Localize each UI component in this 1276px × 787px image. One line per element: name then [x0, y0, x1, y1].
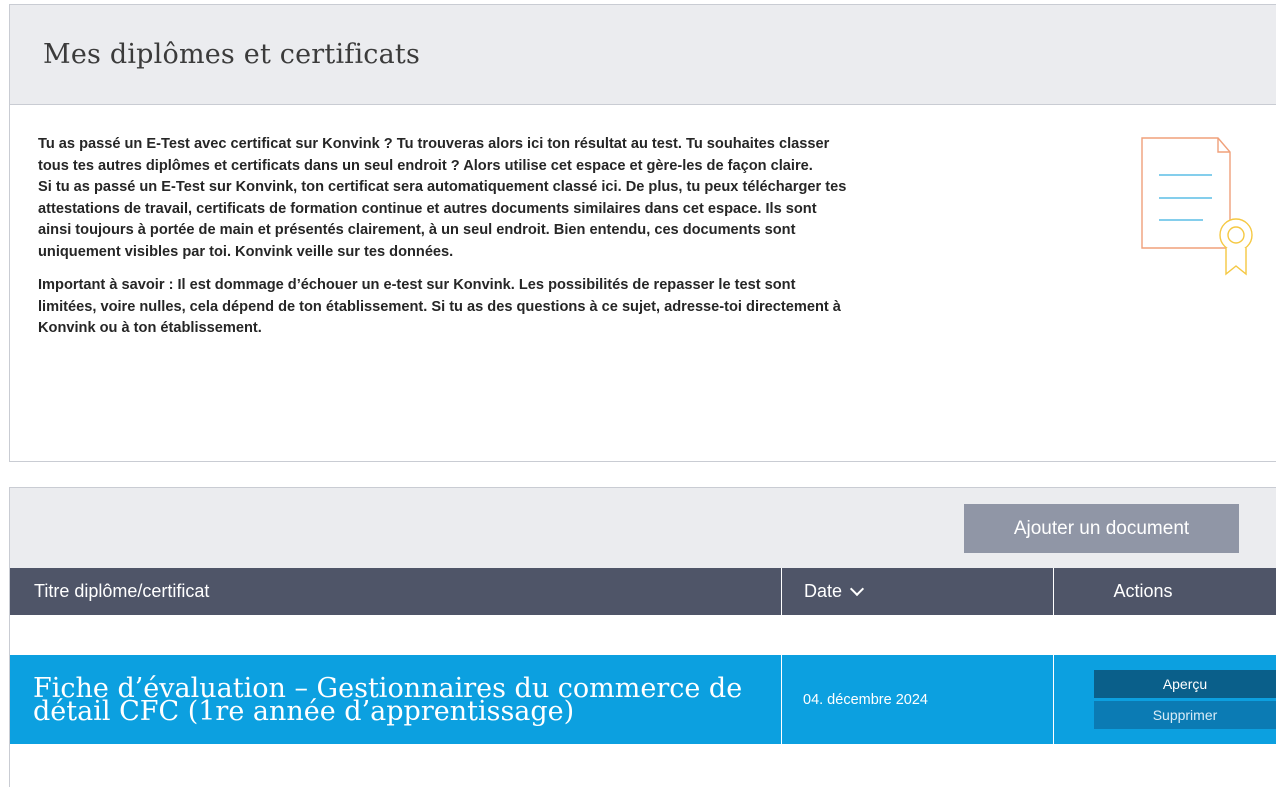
column-header-title: Titre diplôme/certificat [10, 568, 782, 615]
row-title-cell: Fiche d’évaluation – Gestionnaires du co… [10, 655, 782, 744]
intro-paragraph-2: Si tu as passé un E-Test sur Konvink, to… [38, 179, 847, 260]
documents-panel: Ajouter un document Titre diplôme/certif… [9, 487, 1276, 787]
table-header: Titre diplôme/certificat Date Actions [10, 568, 1276, 615]
document-title: Fiche d’évaluation – Gestionnaires du co… [33, 672, 743, 727]
table-spacer [10, 615, 1276, 655]
preview-button[interactable]: Aperçu [1094, 670, 1276, 698]
page-title: Mes diplômes et certificats [43, 39, 421, 70]
add-document-button[interactable]: Ajouter un document [964, 504, 1239, 553]
document-date: 04. décembre 2024 [803, 691, 928, 708]
certificate-document-icon [1130, 128, 1270, 288]
row-actions-cell: Aperçu Supprimer [1054, 655, 1276, 744]
column-header-date[interactable]: Date [782, 568, 1054, 615]
column-header-actions: Actions [1054, 568, 1276, 615]
intro-paragraph-1: Tu as passé un E-Test avec certificat su… [38, 136, 830, 174]
delete-button[interactable]: Supprimer [1094, 701, 1276, 729]
page-header: Mes diplômes et certificats [10, 5, 1276, 105]
column-date-label[interactable]: Date [804, 581, 842, 602]
table-row[interactable]: Fiche d’évaluation – Gestionnaires du co… [10, 655, 1276, 744]
column-title-label: Titre diplôme/certificat [34, 581, 210, 601]
column-actions-label: Actions [1113, 581, 1173, 601]
documents-toolbar: Ajouter un document [10, 488, 1276, 568]
chevron-down-icon[interactable] [849, 581, 865, 597]
intro-text: Tu as passé un E-Test avec certificat su… [38, 134, 848, 340]
row-date-cell: 04. décembre 2024 [782, 655, 1054, 744]
intro-paragraph-3: Important à savoir : Il est dommage d’éc… [38, 277, 841, 336]
